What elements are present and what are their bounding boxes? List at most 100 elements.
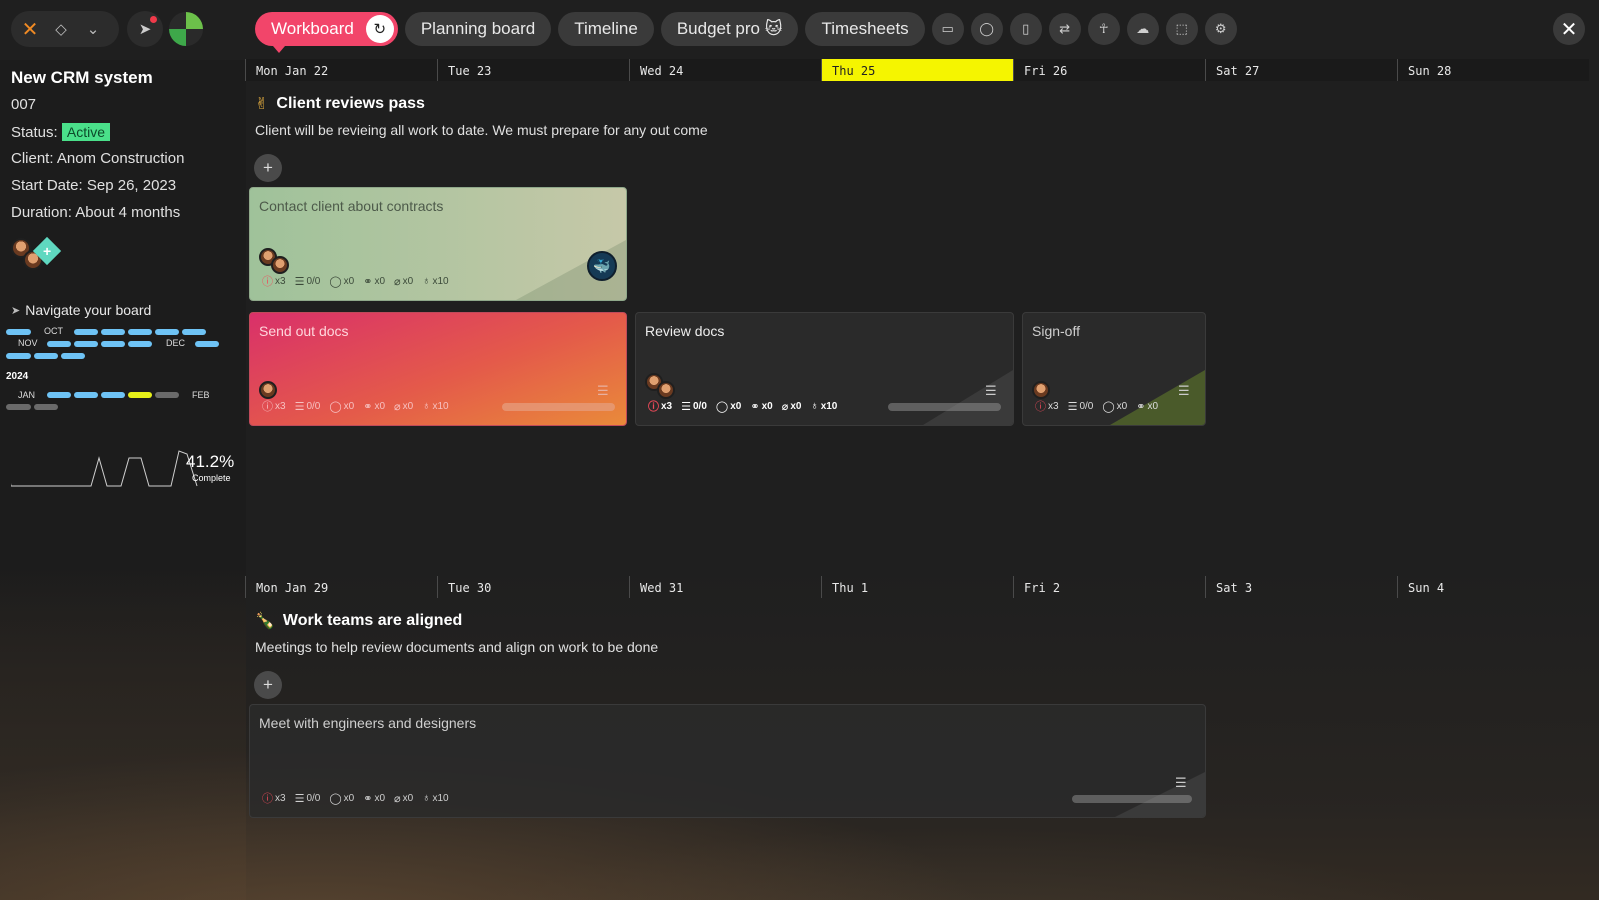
task-card[interactable]: Review docs ☰ ⓘ x3 ☰ 0/0 ◯ x0 ⚭ x0 ⌀ x0 ♁ x10 <box>635 312 1014 426</box>
sync-icon[interactable]: ↻ <box>365 15 394 43</box>
link-count[interactable]: ⚭ x0 <box>363 275 385 288</box>
alert-count[interactable]: ⓘ x3 <box>1035 398 1059 414</box>
close-button[interactable]: ✕ <box>1553 13 1585 45</box>
checklist-count[interactable]: ☰ 0/0 <box>681 400 707 413</box>
calendar-week[interactable] <box>155 329 179 335</box>
calendar-week[interactable] <box>101 341 125 347</box>
mini-calendar[interactable]: OCT NOV DEC 2024 JAN FEB <box>6 326 236 416</box>
day-header[interactable]: Fri 26 <box>1013 59 1205 81</box>
alert-count[interactable]: ⓘ x3 <box>262 398 286 414</box>
comment-count[interactable]: ◯ x0 <box>1102 400 1127 413</box>
client-avatar[interactable]: 🐳 <box>587 251 617 281</box>
attachment-count[interactable]: ⌀ x0 <box>394 792 413 805</box>
calendar-week-current[interactable] <box>128 392 152 398</box>
day-header[interactable]: Sun 28 <box>1397 59 1589 81</box>
select-icon[interactable]: ⬚ <box>1165 13 1198 45</box>
calendar-week[interactable] <box>34 353 58 359</box>
day-header[interactable]: Tue 23 <box>437 59 629 81</box>
add-task-button[interactable]: + <box>254 671 282 699</box>
document-icon[interactable]: ▯ <box>1009 13 1042 45</box>
server-icon[interactable]: ☰ <box>597 384 613 398</box>
gear-icon[interactable]: ⚙ <box>1204 13 1237 45</box>
calendar-week[interactable] <box>195 341 219 347</box>
calendar-week[interactable] <box>182 329 206 335</box>
calendar-week[interactable] <box>61 353 85 359</box>
tab-workboard[interactable]: Workboard ↻ <box>255 12 398 53</box>
workspace-logo-icon[interactable] <box>169 12 203 46</box>
calendar-week[interactable] <box>34 404 58 410</box>
day-header[interactable]: Wed 24 <box>629 59 821 81</box>
cloud-icon[interactable]: ☁ <box>1126 13 1159 45</box>
calendar-week[interactable] <box>74 392 98 398</box>
alert-count[interactable]: ⓘ x3 <box>262 273 286 289</box>
tab-budget-pro[interactable]: Budget pro 🐱 <box>660 12 799 46</box>
layers-icon[interactable]: ◇ <box>47 15 75 43</box>
calendar-week[interactable] <box>6 353 31 359</box>
link-count[interactable]: ⚭ x0 <box>750 400 772 413</box>
calendar-week[interactable] <box>47 341 71 347</box>
task-card[interactable]: Meet with engineers and designers ☰ ⓘ x3 … <box>249 704 1206 818</box>
comment-icon[interactable]: ◯ <box>970 13 1003 45</box>
server-icon[interactable]: ☰ <box>985 384 1001 398</box>
avatar[interactable] <box>1032 381 1050 399</box>
day-header[interactable]: Mon Jan 29 <box>245 576 437 598</box>
calendar-week[interactable] <box>128 341 152 347</box>
app-switcher[interactable]: ✕ ◇ ⌄ <box>11 11 119 47</box>
chevron-down-icon[interactable]: ⌄ <box>79 15 107 43</box>
tab-timesheets[interactable]: Timesheets <box>805 12 925 46</box>
comment-count[interactable]: ◯ x0 <box>329 792 354 805</box>
milestone-title[interactable]: 🍾 Work teams are aligned <box>255 611 658 631</box>
calendar-week[interactable] <box>6 329 31 335</box>
reward-count[interactable]: ♁ x10 <box>422 400 448 412</box>
calendar-week[interactable] <box>101 392 125 398</box>
tab-planning-board[interactable]: Planning board <box>404 12 552 46</box>
day-header[interactable]: Mon Jan 22 <box>245 59 437 81</box>
attachment-count[interactable]: ⌀ x0 <box>782 400 802 413</box>
avatar[interactable] <box>259 381 277 399</box>
day-header-today[interactable]: Thu 25 <box>821 59 1013 81</box>
day-header[interactable]: Sun 4 <box>1397 576 1589 598</box>
avatar[interactable] <box>271 256 289 274</box>
calendar-week[interactable] <box>128 329 152 335</box>
checklist-count[interactable]: ☰ 0/0 <box>295 400 321 413</box>
day-header[interactable]: Wed 31 <box>629 576 821 598</box>
comment-count[interactable]: ◯ x0 <box>329 275 354 288</box>
milestone-title[interactable]: ✌ Client reviews pass <box>255 94 708 114</box>
checklist-count[interactable]: ☰ 0/0 <box>295 792 321 805</box>
chat-icon[interactable]: ▭ <box>931 13 964 45</box>
task-card[interactable]: Sign-off ☰ ⓘ x3 ☰ 0/0 ◯ x0 ⚭ x0 <box>1022 312 1206 426</box>
calendar-week[interactable] <box>74 341 98 347</box>
reward-count[interactable]: ♁ x10 <box>810 400 837 412</box>
alert-count[interactable]: ⓘ x3 <box>262 790 286 806</box>
server-icon[interactable]: ☰ <box>1175 776 1191 790</box>
link-count[interactable]: ⚭ x0 <box>363 400 385 413</box>
server-icon[interactable]: ☰ <box>1178 384 1194 398</box>
notifications-button[interactable]: ➤ <box>127 11 163 47</box>
calendar-week[interactable] <box>6 404 31 410</box>
comment-count[interactable]: ◯ x0 <box>329 400 354 413</box>
checklist-count[interactable]: ☰ 0/0 <box>1068 400 1094 413</box>
attachment-count[interactable]: ⌀ x0 <box>394 400 413 413</box>
day-header[interactable]: Thu 1 <box>821 576 1013 598</box>
status-badge[interactable]: Active <box>61 123 110 141</box>
accessibility-icon[interactable]: ☥ <box>1087 13 1120 45</box>
link-count[interactable]: ⚭ x0 <box>363 792 385 805</box>
add-task-button[interactable]: + <box>254 154 282 182</box>
tab-timeline[interactable]: Timeline <box>558 12 654 46</box>
day-header[interactable]: Sat 3 <box>1205 576 1397 598</box>
avatar[interactable] <box>657 381 675 399</box>
calendar-week[interactable] <box>74 329 98 335</box>
alert-count[interactable]: ⓘ x3 <box>648 398 672 414</box>
task-card[interactable]: Contact client about contracts 🐳 ⓘ x3 ☰ 0/… <box>249 187 627 301</box>
day-header[interactable]: Sat 27 <box>1205 59 1397 81</box>
calendar-week[interactable] <box>155 392 179 398</box>
link-count[interactable]: ⚭ x0 <box>1136 400 1158 413</box>
task-card[interactable]: Send out docs ☰ ⓘ x3 ☰ 0/0 ◯ x0 ⚭ x0 ⌀ x0 ♁ x1… <box>249 312 627 426</box>
attachment-count[interactable]: ⌀ x0 <box>394 275 413 288</box>
reward-count[interactable]: ♁ x10 <box>422 792 448 804</box>
day-header[interactable]: Fri 2 <box>1013 576 1205 598</box>
checklist-count[interactable]: ☰ 0/0 <box>295 275 321 288</box>
compare-icon[interactable]: ⇄ <box>1048 13 1081 45</box>
reward-count[interactable]: ♁ x10 <box>422 275 448 287</box>
calendar-week[interactable] <box>47 392 71 398</box>
